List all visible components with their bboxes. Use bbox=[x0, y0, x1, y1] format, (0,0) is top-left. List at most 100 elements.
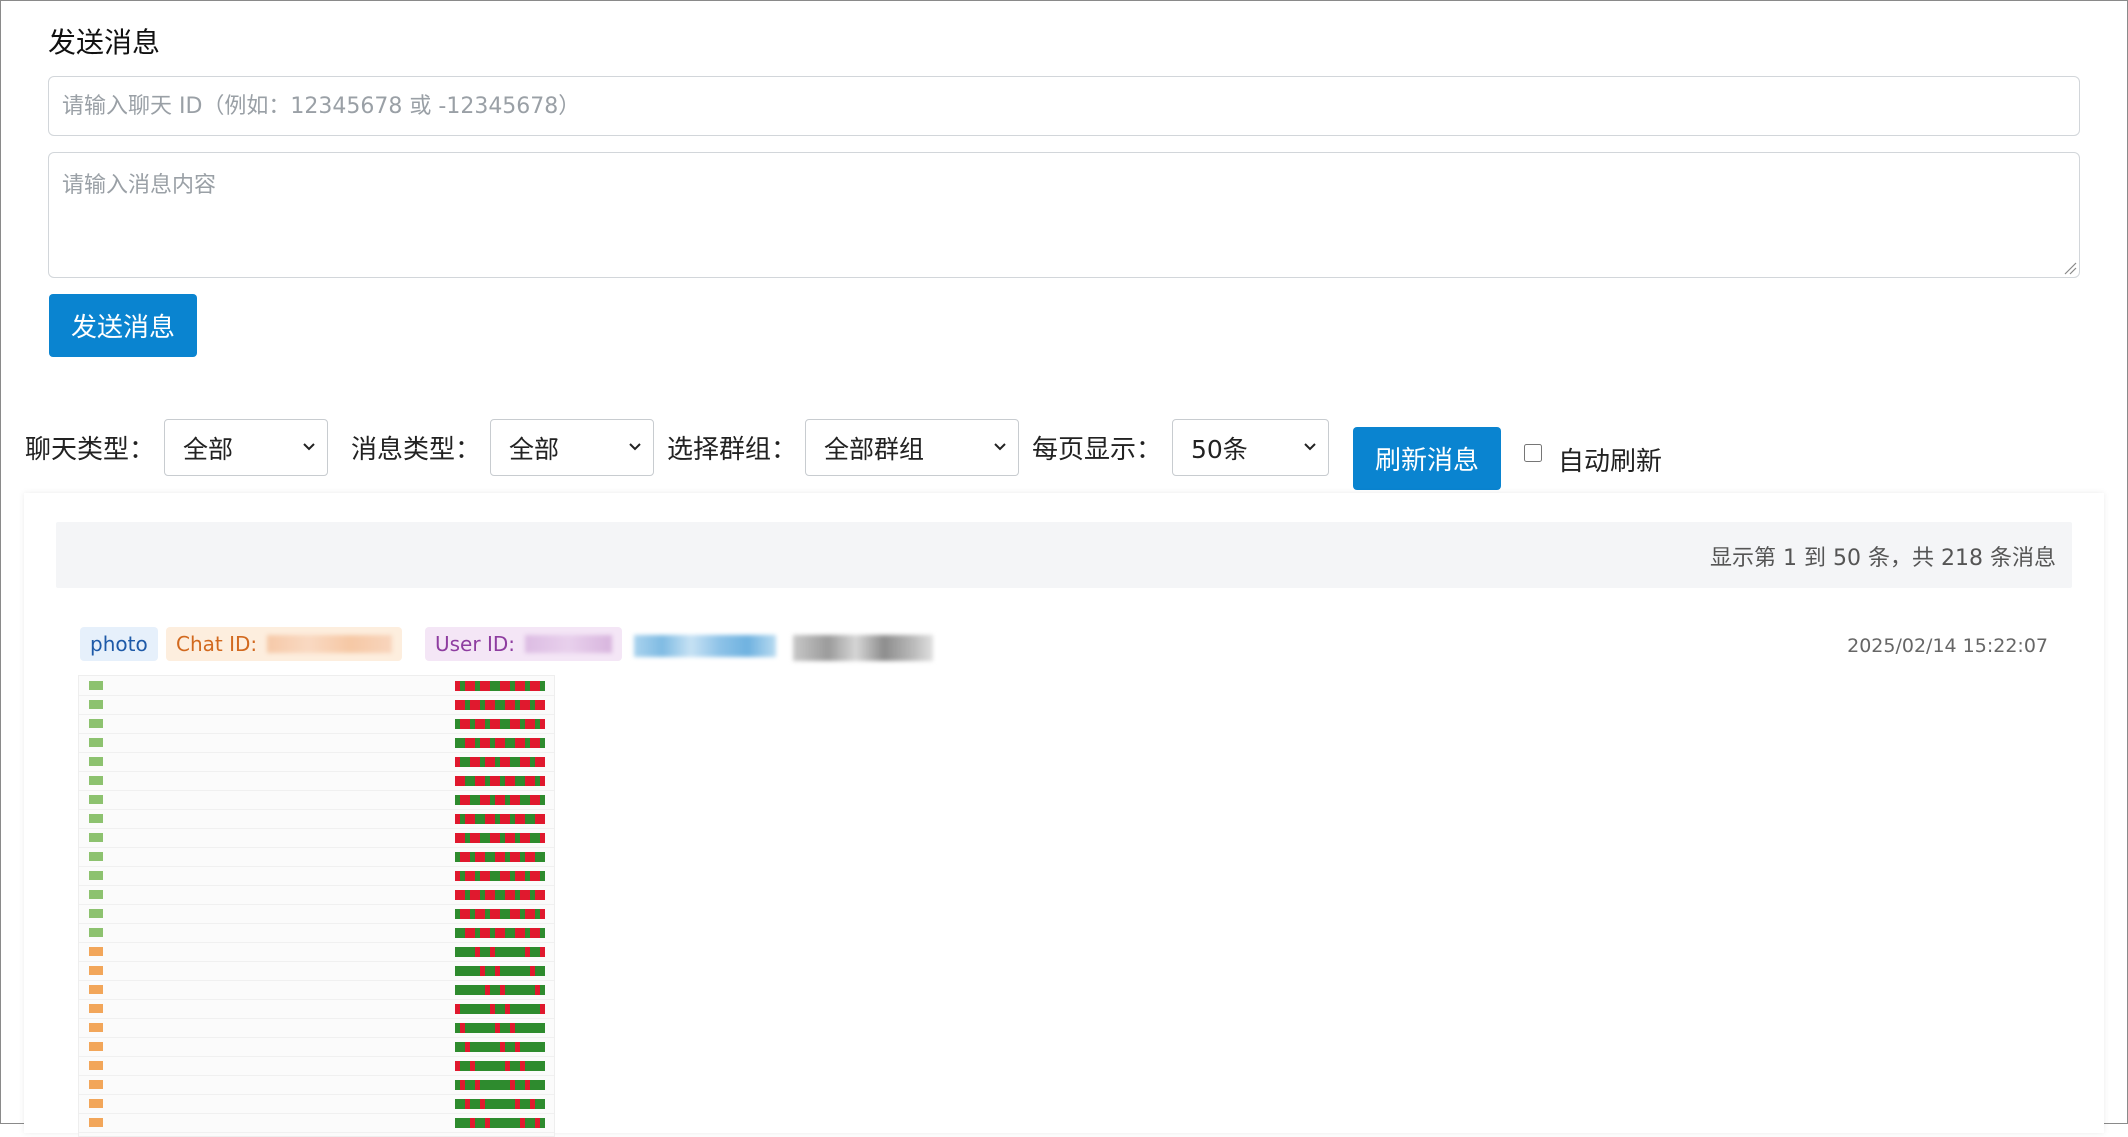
thumbnail-row bbox=[79, 1056, 554, 1076]
thumbnail-badge bbox=[89, 700, 103, 709]
page-size-value: 50条 bbox=[1191, 434, 1248, 464]
message-content-textarea[interactable] bbox=[48, 152, 2080, 278]
thumbnail-row bbox=[79, 904, 554, 924]
pagination-summary: 显示第 1 到 50 条，共 218 条消息 bbox=[1710, 546, 2056, 571]
thumbnail-badge bbox=[89, 795, 103, 804]
username-redacted bbox=[634, 635, 776, 657]
chevron-down-icon bbox=[1304, 443, 1316, 451]
thumbnail-badge bbox=[89, 966, 103, 975]
send-message-title: 发送消息 bbox=[48, 26, 161, 59]
thumbnail-row bbox=[79, 790, 554, 810]
thumbnail-bar bbox=[455, 909, 545, 919]
chevron-down-icon bbox=[629, 443, 641, 451]
thumbnail-badge bbox=[89, 947, 103, 956]
auto-refresh-label[interactable]: 自动刷新 bbox=[1558, 441, 1662, 478]
photo-attachment[interactable] bbox=[78, 675, 555, 1137]
message-item: photo Chat ID: User ID: 2025/02/14 15:22… bbox=[56, 613, 2072, 1137]
thumbnail-row bbox=[79, 885, 554, 905]
thumbnail-row bbox=[79, 1037, 554, 1057]
thumbnail-bar bbox=[455, 1023, 545, 1033]
message-type-select[interactable]: 全部 bbox=[490, 419, 654, 476]
page-size-label: 每页显示： bbox=[1032, 435, 1163, 465]
thumbnail-bar bbox=[455, 681, 545, 691]
resize-grip-icon[interactable] bbox=[2063, 261, 2077, 275]
thumbnail-badge bbox=[89, 814, 103, 823]
thumbnail-badge bbox=[89, 776, 103, 785]
group-label: 选择群组： bbox=[667, 435, 798, 465]
thumbnail-bar bbox=[455, 1099, 545, 1109]
thumbnail-bar bbox=[455, 833, 545, 843]
summary-bar: 显示第 1 到 50 条，共 218 条消息 bbox=[56, 522, 2072, 588]
chevron-down-icon bbox=[994, 443, 1006, 451]
thumbnail-row bbox=[79, 1113, 554, 1133]
thumbnail-badge bbox=[89, 681, 103, 690]
thumbnail-badge bbox=[89, 1099, 103, 1108]
thumbnail-bar bbox=[455, 1004, 545, 1014]
thumbnail-bar bbox=[455, 890, 545, 900]
page-size-select[interactable]: 50条 bbox=[1172, 419, 1329, 476]
thumbnail-row bbox=[79, 828, 554, 848]
thumbnail-row bbox=[79, 1018, 554, 1038]
user-id-tag: User ID: bbox=[425, 627, 622, 661]
thumbnail-badge bbox=[89, 719, 103, 728]
thumbnail-badge bbox=[89, 757, 103, 766]
thumbnail-bar bbox=[455, 795, 545, 805]
thumbnail-row bbox=[79, 752, 554, 772]
thumbnail-badge bbox=[89, 852, 103, 861]
thumbnail-bar bbox=[455, 1042, 545, 1052]
thumbnail-badge bbox=[89, 871, 103, 880]
thumbnail-row bbox=[79, 809, 554, 829]
thumbnail-bar bbox=[455, 757, 545, 767]
chat-type-select[interactable]: 全部 bbox=[164, 419, 328, 476]
thumbnail-bar bbox=[455, 814, 545, 824]
thumbnail-badge bbox=[89, 890, 103, 899]
message-type-label: 消息类型： bbox=[351, 435, 482, 465]
thumbnail-badge bbox=[89, 1042, 103, 1051]
thumbnail-badge bbox=[89, 928, 103, 937]
thumbnail-badge bbox=[89, 1004, 103, 1013]
thumbnail-badge bbox=[89, 1080, 103, 1089]
thumbnail-row bbox=[79, 923, 554, 943]
thumbnail-row bbox=[79, 695, 554, 715]
chat-id-tag: Chat ID: bbox=[166, 627, 402, 661]
thumbnail-row bbox=[79, 942, 554, 962]
group-select[interactable]: 全部群组 bbox=[805, 419, 1019, 476]
thumbnail-row bbox=[79, 999, 554, 1019]
messages-panel: 显示第 1 到 50 条，共 218 条消息 photo Chat ID: Us… bbox=[24, 493, 2104, 1137]
message-type-badge: photo bbox=[80, 627, 158, 661]
chevron-down-icon bbox=[303, 443, 315, 451]
thumbnail-row bbox=[79, 1094, 554, 1114]
user-id-redacted bbox=[524, 635, 612, 653]
auto-refresh-input[interactable] bbox=[1524, 444, 1542, 462]
chat-id-label: Chat ID: bbox=[176, 632, 258, 656]
thumbnail-row bbox=[79, 847, 554, 867]
user-id-label: User ID: bbox=[435, 632, 515, 656]
thumbnail-row bbox=[79, 733, 554, 753]
thumbnail-bar bbox=[455, 871, 545, 881]
thumbnail-badge bbox=[89, 1061, 103, 1070]
thumbnail-row bbox=[79, 866, 554, 886]
send-message-button[interactable]: 发送消息 bbox=[49, 294, 197, 357]
thumbnail-bar bbox=[455, 966, 545, 976]
thumbnail-bar bbox=[455, 776, 545, 786]
chat-id-input[interactable] bbox=[48, 76, 2080, 136]
thumbnail-bar bbox=[455, 928, 545, 938]
thumbnail-bar bbox=[455, 852, 545, 862]
thumbnail-badge bbox=[89, 738, 103, 747]
thumbnail-bar bbox=[455, 738, 545, 748]
chat-type-label: 聊天类型： bbox=[25, 435, 156, 465]
refresh-messages-button[interactable]: 刷新消息 bbox=[1353, 427, 1501, 490]
thumbnail-badge bbox=[89, 1118, 103, 1127]
message-timestamp: 2025/02/14 15:22:07 bbox=[1847, 635, 2048, 657]
thumbnail-row bbox=[79, 714, 554, 734]
thumbnail-bar bbox=[455, 719, 545, 729]
thumbnail-row bbox=[79, 1075, 554, 1095]
thumbnail-badge bbox=[89, 833, 103, 842]
thumbnail-bar bbox=[455, 700, 545, 710]
thumbnail-bar bbox=[455, 1118, 545, 1128]
group-value: 全部群组 bbox=[824, 434, 925, 464]
thumbnail-row bbox=[79, 961, 554, 981]
thumbnail-bar bbox=[455, 1080, 545, 1090]
auto-refresh-checkbox[interactable] bbox=[1524, 444, 1544, 464]
thumbnail-bar bbox=[455, 1061, 545, 1071]
